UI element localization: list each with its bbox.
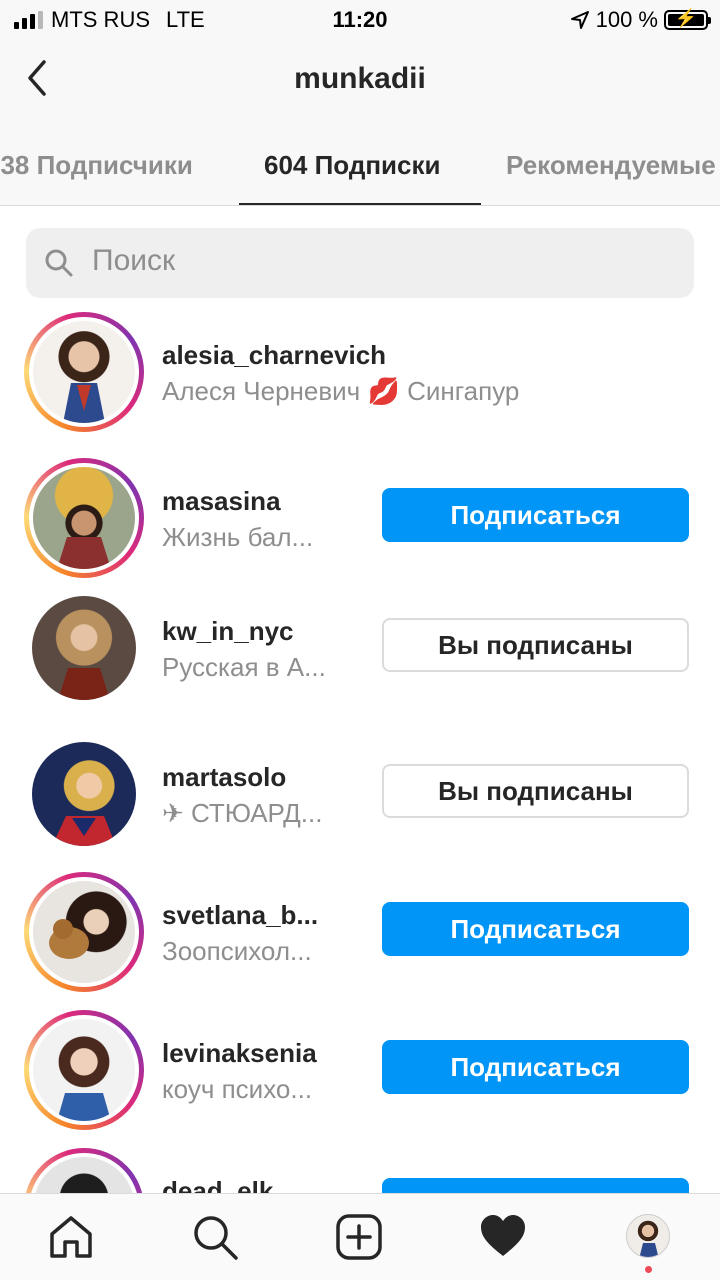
new-post-tab[interactable] [334, 1212, 384, 1262]
username[interactable]: alesia_charnevich [162, 340, 386, 371]
activity-heart-icon [481, 1215, 525, 1256]
avatar[interactable] [24, 734, 144, 854]
list-item[interactable]: svetlana_b... Зоопсихол... Подписаться [0, 866, 720, 1006]
kiss-emoji: 💋 [367, 376, 400, 406]
profile-avatar[interactable] [626, 1214, 670, 1258]
status-right: 100 % ⚡ [570, 7, 711, 33]
list-item[interactable]: levinaksenia коуч психо... Подписаться [0, 1004, 720, 1144]
search-placeholder: Поиск [92, 244, 176, 277]
follow-button[interactable]: Подписаться [382, 1040, 689, 1094]
tab-following[interactable]: 604 Подписки [264, 150, 440, 181]
username[interactable]: kw_in_nyc [162, 616, 294, 647]
following-button[interactable]: Вы подписаны [382, 764, 689, 818]
status-bar: MTS RUS LTE 11:20 100 % ⚡ [0, 0, 720, 40]
bottom-tab-bar [0, 1193, 720, 1280]
search-icon [194, 1216, 238, 1260]
battery-percent: 100 % [595, 7, 658, 32]
search-input[interactable]: Поиск [26, 228, 694, 298]
follow-button[interactable]: Подписаться [382, 488, 689, 542]
full-name: Алеся Черневич [162, 376, 361, 406]
list-item[interactable]: martasolo ✈ СТЮАРД... Вы подписаны [0, 736, 720, 876]
following-button[interactable]: Вы подписаны [382, 618, 689, 672]
avatar[interactable] [24, 872, 144, 992]
list-item[interactable]: masasina Жизнь бал... Подписаться [0, 452, 720, 592]
navigation-bar: munkadii [0, 44, 720, 120]
user-subtitle: коуч психо... [162, 1074, 313, 1104]
avatar[interactable] [24, 312, 144, 432]
username[interactable]: svetlana_b... [162, 900, 318, 931]
active-tab-indicator [239, 203, 481, 205]
avatar[interactable] [24, 1010, 144, 1130]
user-subtitle: Жизнь бал... [162, 522, 314, 552]
follow-tabs: 938 Подписчики 604 Подписки Рекомендуемы… [0, 124, 720, 206]
user-subtitle: ✈ СТЮАРД... [162, 798, 323, 828]
avatar[interactable] [24, 458, 144, 578]
location-arrow-icon [570, 11, 589, 29]
location: Сингапур [407, 376, 520, 406]
home-icon [50, 1216, 92, 1258]
list-item[interactable]: kw_in_nyc Русская в А... Вы подписаны [0, 590, 720, 730]
username[interactable]: levinaksenia [162, 1038, 317, 1069]
new-post-icon [336, 1214, 382, 1260]
user-subtitle: Зоопсихол... [162, 936, 312, 966]
username[interactable]: masasina [162, 486, 281, 517]
user-subtitle: Русская в А... [162, 652, 326, 682]
activity-tab[interactable] [478, 1212, 528, 1262]
battery-icon: ⚡ [664, 8, 711, 30]
user-subtitle: Алеся Черневич 💋 Сингапур [162, 376, 519, 407]
notification-dot [645, 1266, 652, 1273]
tab-suggested[interactable]: Рекомендуемые [506, 150, 716, 181]
page-title: munkadii [294, 62, 426, 95]
follow-button[interactable]: Подписаться [382, 902, 689, 956]
search-icon [45, 249, 73, 277]
tab-followers[interactable]: 938 Подписчики [0, 150, 193, 181]
username[interactable]: martasolo [162, 762, 286, 793]
search-tab[interactable] [190, 1212, 240, 1262]
list-item[interactable]: alesia_charnevich Алеся Черневич 💋 Синга… [0, 310, 720, 450]
home-tab[interactable] [46, 1212, 96, 1262]
avatar[interactable] [24, 588, 144, 708]
